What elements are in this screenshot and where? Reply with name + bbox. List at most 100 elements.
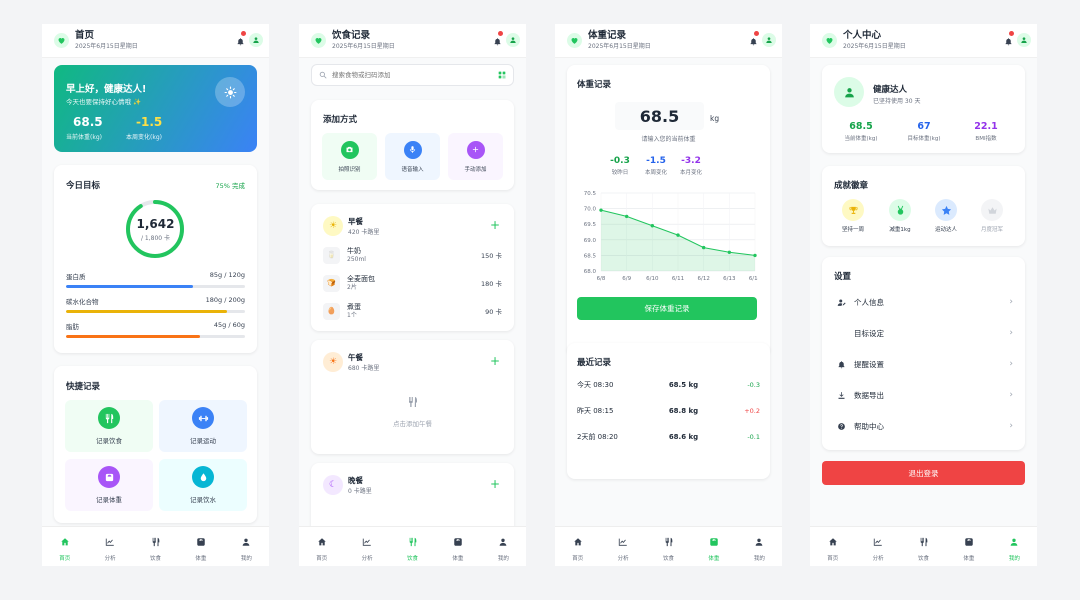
sun-icon[interactable] [215, 77, 245, 107]
nav-profile[interactable]: 我的 [992, 527, 1037, 566]
quick-record-button[interactable]: 记录饮食 [65, 400, 153, 452]
weight-input[interactable]: 68.5 [615, 102, 704, 130]
target-icon [834, 329, 848, 338]
weight-record-row[interactable]: 昨天 08:15 68.8 kg +0.2 [577, 405, 760, 417]
add-lunch-button[interactable]: + [490, 354, 500, 368]
download-icon [834, 391, 848, 400]
nav-weight[interactable]: 体重 [946, 527, 991, 566]
achievement-badge[interactable]: 运动达人 [924, 199, 968, 233]
nav-analysis[interactable]: 分析 [855, 527, 900, 566]
achievement-badge[interactable]: 月度冠军 [970, 199, 1014, 233]
nav-weight[interactable]: 体重 [691, 527, 736, 566]
user-icon [241, 532, 251, 551]
crown-icon [981, 199, 1003, 221]
add-breakfast-button[interactable]: + [490, 218, 500, 232]
scale-icon [964, 532, 974, 551]
food-name: 牛奶 [347, 246, 361, 255]
achievement-label: 坚持一周 [841, 227, 864, 233]
weight-card-title: 体重记录 [577, 80, 612, 90]
record-diff: -0.1 [747, 433, 760, 441]
profile-stat-value: 68.5 [849, 121, 873, 132]
record-time: 昨天 08:15 [577, 407, 614, 415]
nav-weight[interactable]: 体重 [178, 527, 223, 566]
achievement-badge[interactable]: 坚持一周 [831, 199, 875, 233]
food-item[interactable]: 🥛 牛奶 250ml 150 卡 [323, 244, 502, 266]
settings-title: 设置 [834, 272, 852, 282]
heart-logo-icon [567, 33, 582, 48]
nav-profile[interactable]: 我的 [224, 527, 269, 566]
quick-record-button[interactable]: 记录体重 [65, 459, 153, 511]
logout-label: 退出登录 [908, 468, 939, 478]
search-input[interactable] [332, 71, 482, 79]
food-item[interactable]: 🥚 煮蛋 1个 90 卡 [323, 300, 502, 322]
bell-icon[interactable] [233, 31, 247, 48]
nav-home[interactable]: 首页 [810, 527, 855, 566]
quick-record-button[interactable]: 记录饮水 [159, 459, 247, 511]
weight-stat-value: -3.2 [681, 156, 701, 166]
nav-label: 分析 [617, 555, 629, 562]
user-icon [1009, 532, 1019, 551]
weight-record-row[interactable]: 2天前 08:20 68.6 kg -0.1 [577, 431, 760, 443]
logout-button[interactable]: 退出登录 [822, 461, 1025, 485]
nav-label: 饮食 [407, 555, 419, 562]
goal-title: 今日目标 [66, 181, 101, 191]
nav-home[interactable]: 首页 [299, 527, 344, 566]
bell-icon[interactable] [746, 31, 760, 48]
user-avatar-icon[interactable] [506, 33, 520, 47]
weight-record-row[interactable]: 今天 08:30 68.5 kg -0.3 [577, 379, 760, 391]
save-weight-button[interactable]: 保存体重记录 [577, 297, 757, 320]
utensils-icon [151, 532, 161, 551]
quick-record-button[interactable]: 记录运动 [159, 400, 247, 452]
achievement-badge[interactable]: 减重1kg [878, 199, 922, 233]
add-method-button[interactable]: 手动添加 [448, 133, 503, 180]
trophy-icon [842, 199, 864, 221]
nav-profile[interactable]: 我的 [481, 527, 526, 566]
add-dinner-button[interactable]: + [490, 477, 500, 491]
nav-profile[interactable]: 我的 [737, 527, 782, 566]
user-avatar-icon[interactable] [1017, 33, 1031, 47]
home-icon [60, 532, 70, 551]
macro-progress-bar [66, 285, 245, 288]
nav-home[interactable]: 首页 [555, 527, 600, 566]
add-method-button[interactable]: 拍照识别 [322, 133, 377, 180]
profile-stat: 68.5 当前体重(kg) [831, 121, 891, 142]
qr-scan-icon[interactable] [498, 71, 506, 79]
macro-progress-bar [66, 310, 245, 313]
nav-analysis[interactable]: 分析 [344, 527, 389, 566]
settings-item[interactable]: 帮助中心 › [834, 416, 1013, 436]
nav-analysis[interactable]: 分析 [600, 527, 645, 566]
food-item[interactable]: 🍞 全麦面包 2片 180 卡 [323, 272, 502, 294]
user-avatar-icon[interactable] [762, 33, 776, 47]
profile-avatar [834, 77, 864, 107]
user-avatar-icon[interactable] [249, 33, 263, 47]
nav-weight[interactable]: 体重 [435, 527, 480, 566]
page-title: 体重记录 [588, 30, 627, 41]
nav-diet[interactable]: 饮食 [901, 527, 946, 566]
achievement-label: 月度冠军 [980, 227, 1003, 233]
x-tick-label: 6/8 [597, 276, 606, 282]
add-method-button[interactable]: 语音输入 [385, 133, 440, 180]
nav-diet[interactable]: 饮食 [133, 527, 178, 566]
data-point [676, 233, 680, 237]
nav-diet[interactable]: 饮食 [646, 527, 691, 566]
search-icon [319, 71, 327, 79]
settings-item[interactable]: 目标设定 › [834, 323, 1013, 343]
search-bar[interactable] [311, 64, 514, 86]
change-label: 本周变化(kg) [126, 134, 162, 141]
settings-item[interactable]: 提醒设置 › [834, 354, 1013, 374]
dumbbell-icon [192, 407, 214, 429]
nav-analysis[interactable]: 分析 [87, 527, 132, 566]
settings-item[interactable]: 个人信息 › [834, 292, 1013, 312]
profile-stat: 67 目标体重(kg) [894, 121, 954, 142]
bell-icon[interactable] [490, 31, 504, 48]
meal-name: 早餐 [348, 217, 363, 226]
bell-icon[interactable] [1001, 31, 1015, 48]
quick-record-label: 记录饮水 [190, 496, 216, 504]
achievements-card: 成就徽章 坚持一周 减重1kg 运动达人 月度冠军 [822, 166, 1025, 246]
nav-diet[interactable]: 饮食 [390, 527, 435, 566]
nav-home[interactable]: 首页 [42, 527, 87, 566]
settings-item[interactable]: 数据导出 › [834, 385, 1013, 405]
empty-meal-hint[interactable]: 点击添加午餐 [311, 418, 514, 428]
plus-icon [466, 140, 485, 159]
food-text: 牛奶 250ml [347, 247, 366, 264]
